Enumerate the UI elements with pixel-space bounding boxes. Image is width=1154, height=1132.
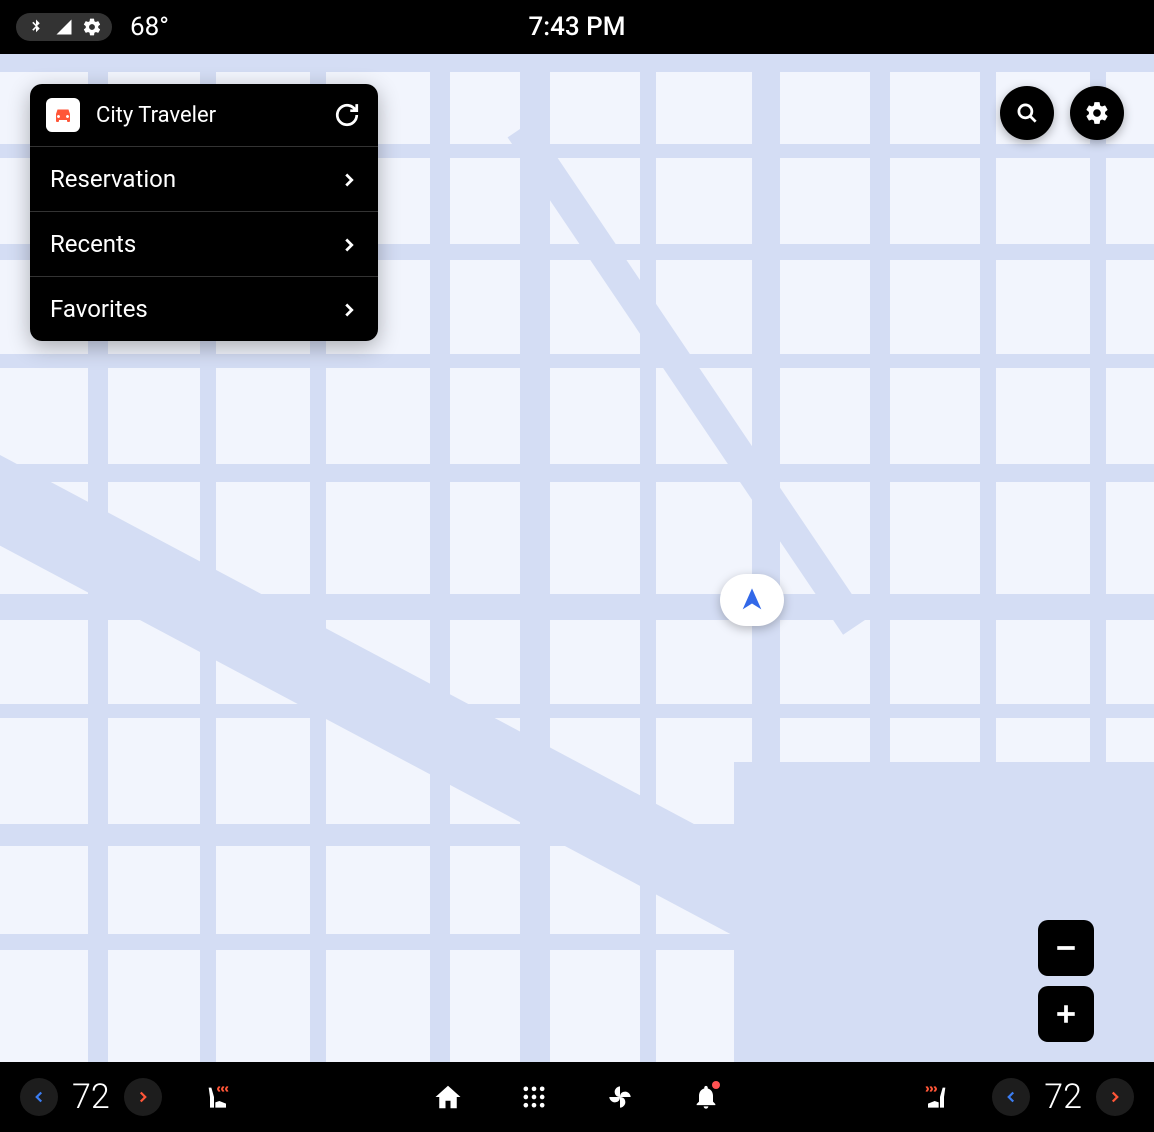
temp-down-right-button[interactable] — [992, 1078, 1030, 1116]
menu-panel: City Traveler Reservation Recents Favori… — [30, 84, 378, 341]
status-icons-pill — [16, 13, 112, 41]
app-icon — [46, 98, 80, 132]
seat-heat-left-button[interactable] — [198, 1077, 238, 1117]
nav-center — [432, 1081, 722, 1113]
chevron-right-icon — [338, 299, 358, 319]
climate-right: 72 — [992, 1077, 1134, 1117]
refresh-button[interactable] — [332, 100, 362, 130]
menu-item-label: Reservation — [50, 165, 176, 193]
temp-up-left-button[interactable] — [124, 1078, 162, 1116]
bluetooth-icon — [26, 17, 46, 37]
home-button[interactable] — [432, 1081, 464, 1113]
status-bar: 68° 7:43 PM — [0, 0, 1154, 54]
menu-header: City Traveler — [30, 84, 378, 147]
zoom-out-button[interactable] — [1038, 920, 1094, 976]
menu-item-label: Favorites — [50, 295, 148, 323]
seat-heat-right-button[interactable] — [916, 1077, 956, 1117]
zoom-in-button[interactable] — [1038, 986, 1094, 1042]
fan-button[interactable] — [604, 1081, 636, 1113]
temp-up-right-button[interactable] — [1096, 1078, 1134, 1116]
left-temperature: 72 — [72, 1077, 110, 1117]
settings-button[interactable] — [1070, 86, 1124, 140]
status-temperature: 68° — [130, 12, 169, 42]
search-button[interactable] — [1000, 86, 1054, 140]
map-top-buttons — [1000, 86, 1124, 140]
current-location-marker[interactable] — [720, 574, 784, 626]
menu-item-recents[interactable]: Recents — [30, 212, 378, 277]
climate-left: 72 — [20, 1077, 162, 1117]
chevron-right-icon — [338, 169, 358, 189]
climate-right-group: 72 — [916, 1077, 1134, 1117]
map[interactable]: City Traveler Reservation Recents Favori… — [0, 54, 1154, 1062]
notifications-button[interactable] — [690, 1081, 722, 1113]
status-time: 7:43 PM — [529, 12, 626, 42]
apps-button[interactable] — [518, 1081, 550, 1113]
bottom-bar: 72 72 — [0, 1062, 1154, 1132]
chevron-right-icon — [338, 234, 358, 254]
menu-items: Reservation Recents Favorites — [30, 147, 378, 341]
signal-icon — [54, 17, 74, 37]
notification-dot-icon — [712, 1081, 720, 1089]
temp-down-left-button[interactable] — [20, 1078, 58, 1116]
menu-item-favorites[interactable]: Favorites — [30, 277, 378, 341]
menu-item-label: Recents — [50, 230, 136, 258]
app-title: City Traveler — [96, 103, 332, 128]
gear-icon — [82, 17, 102, 37]
right-temperature: 72 — [1044, 1077, 1082, 1117]
zoom-controls — [1038, 920, 1094, 1042]
menu-item-reservation[interactable]: Reservation — [30, 147, 378, 212]
